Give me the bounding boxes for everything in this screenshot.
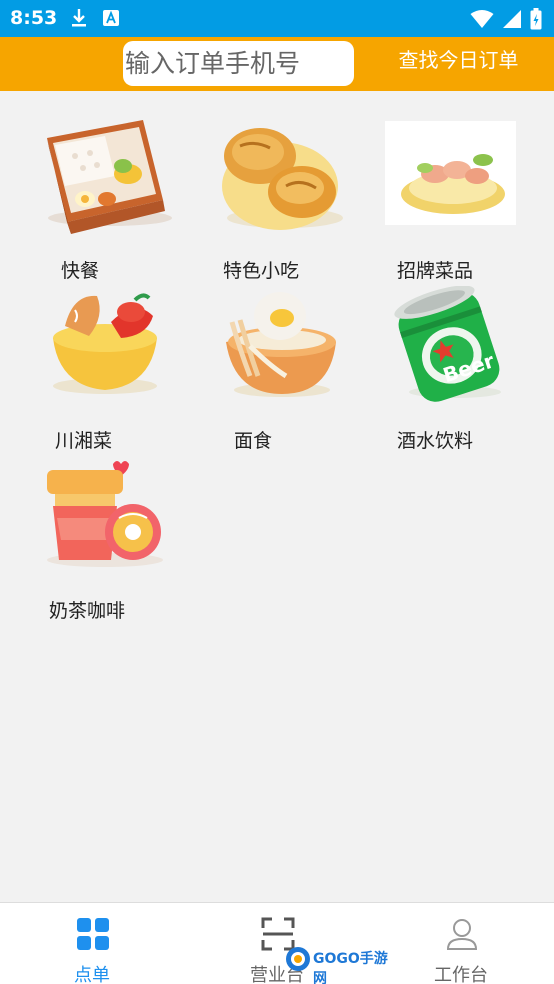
category-fast-food[interactable]: 快餐: [35, 116, 185, 282]
grid-icon: [77, 918, 109, 950]
shrimp-dish-icon: [385, 121, 516, 225]
category-label: 奶茶咖啡: [49, 600, 126, 622]
nav-tab-order[interactable]: 点单: [32, 903, 152, 984]
category-signature-dishes[interactable]: 招牌菜品: [385, 116, 535, 282]
category-snacks[interactable]: 特色小吃: [210, 116, 360, 282]
signal-icon: [503, 10, 521, 28]
status-bar: 8:53: [0, 0, 554, 37]
watermark-icon: [286, 947, 310, 971]
category-drinks[interactable]: Beer 酒水饮料: [385, 286, 535, 452]
milk-tea-icon: [47, 461, 163, 567]
user-icon: [446, 919, 478, 950]
category-sichuan-hunan[interactable]: 川湘菜: [35, 286, 185, 452]
a-notification-icon: [103, 10, 119, 26]
wifi-icon: [470, 10, 494, 28]
nav-tab-workbench[interactable]: 工作台: [401, 903, 521, 984]
nav-tab-label: 点单: [74, 965, 110, 984]
category-label: 川湘菜: [55, 430, 113, 452]
category-milk-tea-coffee[interactable]: 奶茶咖啡: [35, 456, 185, 622]
beer-can-icon: Beer: [394, 286, 501, 402]
watermark-text: GOGO手游网: [313, 951, 388, 984]
category-label: 酒水饮料: [397, 430, 474, 452]
category-noodles[interactable]: 面食: [210, 286, 360, 452]
battery-icon: [530, 8, 542, 30]
spicy-dish-icon: [53, 293, 157, 394]
search-input[interactable]: [123, 41, 354, 86]
bottom-navigation: 点单 营业台 工作台: [0, 902, 554, 984]
category-label: 特色小吃: [223, 260, 300, 282]
category-label: 招牌菜品: [397, 260, 474, 282]
category-label: 面食: [234, 430, 273, 452]
find-today-orders-button[interactable]: 查找今日订单: [386, 37, 531, 83]
bento-box-icon: [47, 120, 172, 234]
category-label: 快餐: [61, 260, 100, 282]
header-bar: 查找今日订单: [0, 37, 554, 91]
nav-tab-label: 工作台: [434, 965, 488, 984]
status-time: 8:53: [10, 7, 58, 29]
download-icon: [72, 9, 86, 27]
bread-basket-icon: [222, 128, 343, 230]
watermark-logo: GOGO手游网: [285, 944, 395, 984]
noodle-bowl-icon: [226, 292, 336, 397]
